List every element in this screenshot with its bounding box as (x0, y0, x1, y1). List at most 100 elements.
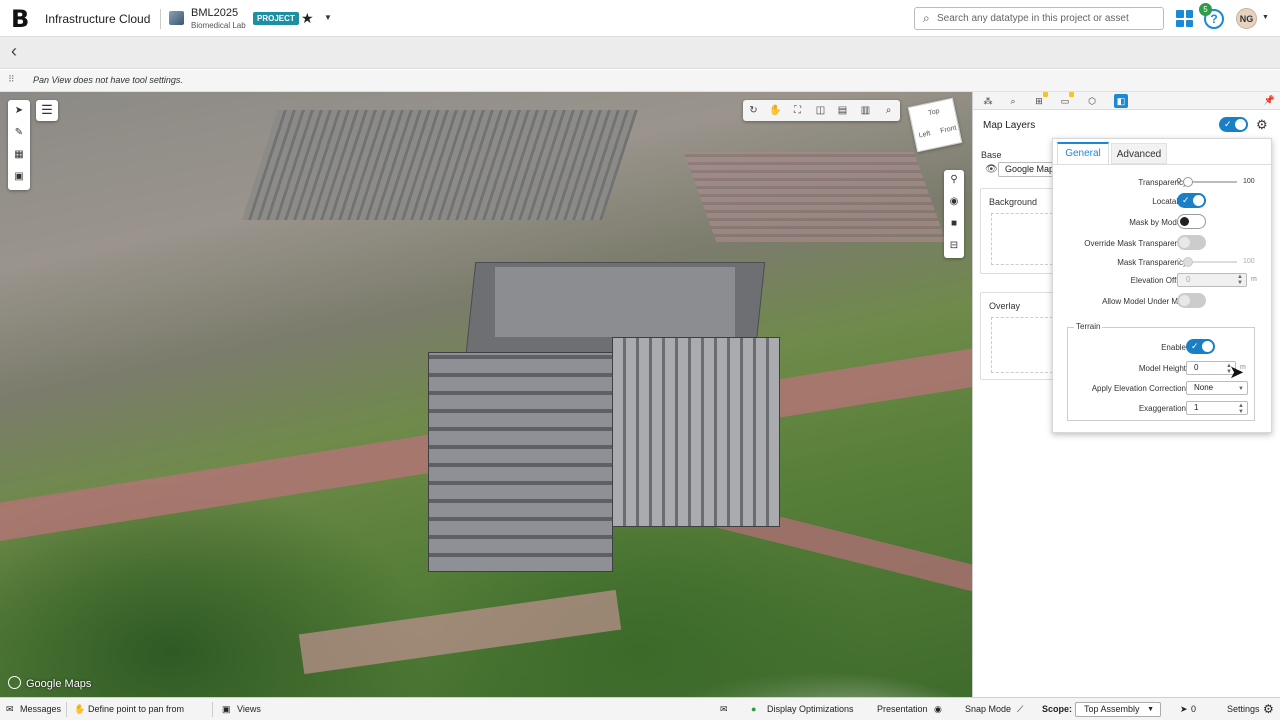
search-box[interactable]: ⌕ (914, 7, 1164, 30)
mask-by-models-toggle[interactable] (1177, 214, 1206, 229)
drag-handle-icon[interactable]: ⠿ (8, 74, 15, 85)
panel-title: Map Layers (983, 120, 1036, 131)
elevation-offset-unit: m (1251, 276, 1257, 283)
3d-viewport[interactable]: ➤ ✎ ▦ ▣ ☰ ↻ ✋ ⛶ ◫ ▤ ▥ ⌕ Top Left Front ⚲… (0, 92, 972, 697)
walk-icon[interactable]: ▥ (859, 104, 872, 117)
divider (212, 702, 213, 717)
search-icon[interactable]: ⌕ (1006, 94, 1020, 108)
snap-mode-button[interactable]: Snap Mode (965, 704, 1011, 714)
messages-icon[interactable]: ✉ (6, 704, 14, 715)
mask-transparency-slider[interactable] (1183, 257, 1237, 267)
view-cube[interactable]: Top Left Front (907, 97, 963, 153)
map-parking-lot (683, 152, 947, 242)
toggle-camera-icon[interactable]: ▤ (836, 104, 849, 117)
user-avatar[interactable]: NG (1236, 8, 1257, 29)
back-arrow-icon[interactable]: ‹ (11, 41, 17, 62)
chevron-down-icon[interactable]: ▼ (324, 13, 332, 22)
mask-transparency-min: 0 (1177, 258, 1181, 265)
presentation-icon[interactable]: ◉ (934, 704, 942, 715)
zoom-icon[interactable]: ⌕ (882, 104, 895, 117)
clip-icon[interactable]: ▦ (13, 149, 25, 161)
hamburger-menu-icon[interactable]: ☰ (36, 100, 58, 121)
view-cube-left[interactable]: Left (918, 130, 931, 139)
divider (160, 9, 161, 29)
project-thumbnail[interactable] (169, 11, 184, 25)
view-cube-front[interactable]: Front (940, 125, 957, 135)
spinner-icon[interactable]: ▲ ▼ (1237, 274, 1243, 286)
tab-general[interactable]: General (1057, 142, 1109, 165)
app-logo[interactable]: B (11, 7, 33, 31)
allow-model-under-map-toggle[interactable] (1177, 293, 1206, 308)
overlay-drop-area[interactable] (991, 317, 1053, 373)
tree-icon[interactable]: ⁂ (981, 94, 995, 108)
exaggeration-input[interactable]: 1 ▲ ▼ (1186, 401, 1248, 415)
measure-icon[interactable]: ✎ (13, 127, 25, 139)
overlay-layers-section: Overlay (980, 292, 1060, 380)
markup-icon[interactable]: ▣ (13, 171, 25, 183)
model-height-label: Model Height (1138, 364, 1186, 373)
favorite-star-icon[interactable]: ★ (301, 10, 314, 27)
override-mask-transparency-toggle[interactable] (1177, 235, 1206, 250)
eye-icon[interactable]: ◉ (948, 196, 960, 208)
project-name[interactable]: BML2025 (191, 7, 238, 19)
views-icon[interactable]: ▣ (222, 704, 231, 715)
navigation-bar: ‹ (0, 37, 1280, 69)
rotate-icon[interactable]: ↻ (747, 104, 760, 117)
walk-person-icon[interactable]: ⚲ (948, 174, 960, 186)
exaggeration-value: 1 (1194, 403, 1199, 412)
chevron-down-icon[interactable]: ▼ (1238, 386, 1244, 392)
elevation-offset-input[interactable]: 0 ▲ ▼ (1177, 273, 1247, 287)
visibility-eye-icon[interactable]: 👁 (985, 164, 998, 175)
gear-icon[interactable]: ⚙ (1263, 702, 1274, 716)
views-button[interactable]: Views (237, 704, 261, 714)
spinner-icon[interactable]: ▲ ▼ (1238, 403, 1244, 415)
pin-icon[interactable]: 📌 (1264, 95, 1275, 106)
exaggeration-label: Exaggeration (1138, 404, 1186, 413)
window-area-icon[interactable]: ◫ (814, 104, 827, 117)
scope-value: Top Assembly (1084, 704, 1140, 714)
search-input[interactable] (937, 10, 1157, 27)
chevron-down-icon[interactable]: ▼ (1262, 14, 1269, 21)
slider-thumb[interactable] (1183, 257, 1193, 267)
apply-elevation-correction-label: Apply Elevation Correction (1091, 384, 1186, 393)
select-cursor-icon[interactable]: ➤ (13, 105, 25, 117)
apps-grid-icon[interactable] (1176, 10, 1193, 27)
scope-select[interactable]: Top Assembly ▼ (1075, 702, 1161, 717)
map-layers-toggle[interactable]: ✓ (1219, 117, 1248, 132)
gear-icon[interactable]: ⚙ (1256, 117, 1268, 133)
locatable-toggle[interactable]: ✓ (1177, 193, 1206, 208)
apply-elevation-correction-select[interactable]: None ▼ (1186, 381, 1248, 395)
properties-icon[interactable]: ⊞ (1032, 92, 1048, 108)
tool-settings-message: Pan View does not have tool settings. (33, 75, 183, 85)
fit-view-icon[interactable]: ⛶ (791, 104, 804, 117)
tab-advanced[interactable]: Advanced (1111, 143, 1167, 164)
background-drop-area[interactable] (991, 213, 1053, 265)
pan-hand-icon[interactable]: ✋ (769, 104, 782, 117)
presentation-button[interactable]: Presentation (877, 704, 928, 714)
app-name[interactable]: Infrastructure Cloud (45, 12, 150, 26)
slider-thumb[interactable] (1183, 177, 1193, 187)
status-bar: ✉ Messages ✋ Define point to pan from ▣ … (0, 697, 1280, 720)
terrain-enable-toggle[interactable]: ✓ (1186, 339, 1215, 354)
elevation-offset-value: 0 (1186, 275, 1191, 284)
view-cube-top[interactable]: Top (928, 108, 941, 117)
image-icon[interactable]: ▭ (1058, 92, 1074, 108)
building-model-facade (428, 352, 613, 572)
chevron-down-icon[interactable]: ▼ (1147, 703, 1154, 716)
settings-button[interactable]: Settings (1227, 704, 1260, 714)
base-map-select[interactable]: Google Maps (998, 162, 1058, 177)
display-optimizations-button[interactable]: Display Optimizations (767, 704, 854, 714)
map-layers-icon[interactable]: ◧ (1114, 94, 1128, 108)
google-maps-icon (8, 676, 21, 689)
building-model-side (612, 337, 780, 527)
notification-badge: 5 (1199, 3, 1212, 16)
section-icon[interactable]: ⊟ (948, 240, 960, 252)
camera-icon[interactable]: ■ (948, 218, 960, 230)
model-icon[interactable]: ⬡ (1085, 94, 1099, 108)
mail-icon[interactable]: ✉ (720, 704, 728, 715)
project-subtitle: Biomedical Lab (191, 21, 246, 30)
messages-button[interactable]: Messages (20, 704, 61, 714)
transparency-slider[interactable] (1183, 177, 1237, 187)
snap-icon[interactable]: ⟋ (1017, 704, 1023, 715)
override-mask-transparency-label: Override Mask Transparency (1084, 239, 1187, 248)
